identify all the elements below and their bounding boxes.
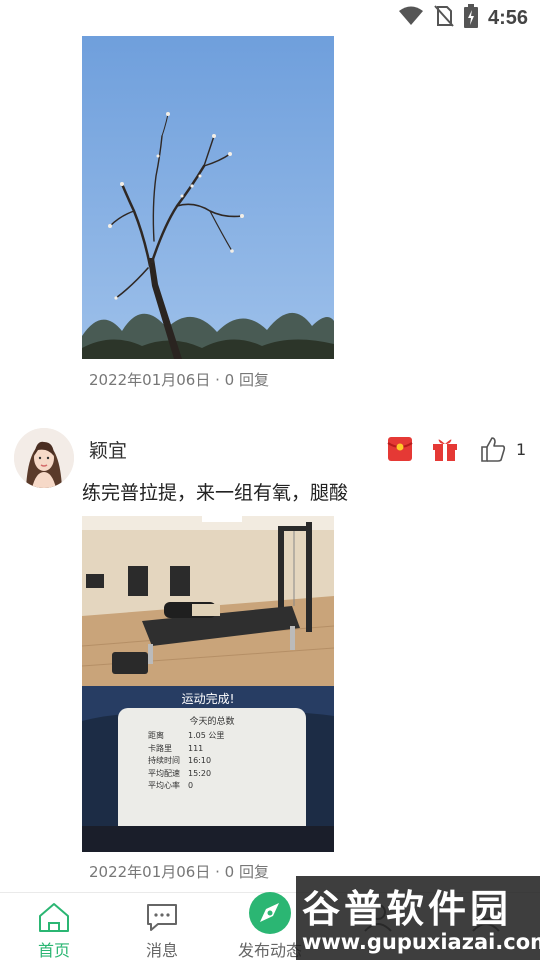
- status-icons: 4:56: [398, 4, 528, 32]
- post-text: 练完普拉提，来一组有氧，腿酸: [82, 482, 349, 504]
- workout-stat-row: 卡路里 111: [148, 743, 224, 756]
- compass-icon: [248, 891, 292, 939]
- home-icon: [37, 901, 71, 937]
- status-time: 4:56: [487, 6, 528, 29]
- workout-title: 运动完成!: [181, 692, 235, 706]
- workout-stat-value: 16:10: [188, 756, 212, 765]
- workout-stat-row: 平均心率 0: [148, 780, 224, 793]
- nav-item-messages[interactable]: 消息: [108, 893, 216, 960]
- workout-stat-label: 距离: [148, 731, 164, 740]
- workout-stat-label: 平均心率: [148, 781, 180, 790]
- thumbs-up-icon[interactable]: [479, 435, 507, 463]
- watermark: 谷普软件园 www.gupuxiazai.com: [296, 876, 540, 960]
- battery-charging-icon: [463, 4, 478, 32]
- workout-stat-label: 平均配速: [148, 768, 180, 778]
- workout-stat-label: 卡路里: [148, 743, 172, 753]
- workout-stat-value: 15:20: [188, 768, 212, 778]
- post-photo-tree[interactable]: [82, 36, 334, 359]
- username[interactable]: 颖宜: [89, 436, 127, 463]
- post-meta: 2022年01月06日 · 0 回复: [89, 369, 269, 390]
- workout-stat-row: 持续时间 16:10: [148, 755, 224, 768]
- workout-stat-row: 平均配速 15:20: [148, 768, 224, 781]
- status-bar: 4:56: [0, 0, 540, 36]
- workout-stat-label: 持续时间: [148, 756, 180, 765]
- post-photo-workout[interactable]: 运动完成! 今天的总数 距离 1.05 公里 卡路里 111 持续时间 16:10 平…: [82, 516, 334, 852]
- workout-subtitle: 今天的总数: [189, 717, 235, 727]
- watermark-title: 谷普软件园: [302, 887, 513, 931]
- reply-count[interactable]: · 0 回复: [215, 863, 269, 881]
- workout-stat-value: 111: [188, 743, 204, 753]
- workout-stat-value: 0: [188, 781, 194, 790]
- nav-item-home[interactable]: 首页: [0, 893, 108, 960]
- gift-icon[interactable]: [431, 435, 459, 463]
- workout-stats: 距离 1.05 公里 卡路里 111 持续时间 16:10 平均配速 15:20 平均心…: [148, 730, 224, 793]
- workout-stat-value: 1.05 公里: [188, 731, 225, 740]
- nav-label: 消息: [145, 941, 178, 960]
- post-meta: 2022年01月06日 · 0 回复: [89, 861, 269, 882]
- watermark-url: www.gupuxiazai.com: [302, 930, 540, 954]
- post-date: 2022年01月06日: [89, 863, 211, 881]
- reply-count[interactable]: · 0 回复: [215, 371, 269, 389]
- no-sim-icon: [434, 5, 454, 31]
- wifi-icon: [398, 6, 424, 30]
- workout-stat-row: 距离 1.05 公里: [148, 730, 224, 743]
- red-envelope-icon[interactable]: [386, 435, 414, 463]
- like-count: 1: [516, 440, 527, 459]
- avatar[interactable]: [14, 428, 74, 488]
- nav-label: 首页: [37, 941, 70, 960]
- post-date: 2022年01月06日: [89, 371, 211, 389]
- message-icon: [145, 901, 179, 937]
